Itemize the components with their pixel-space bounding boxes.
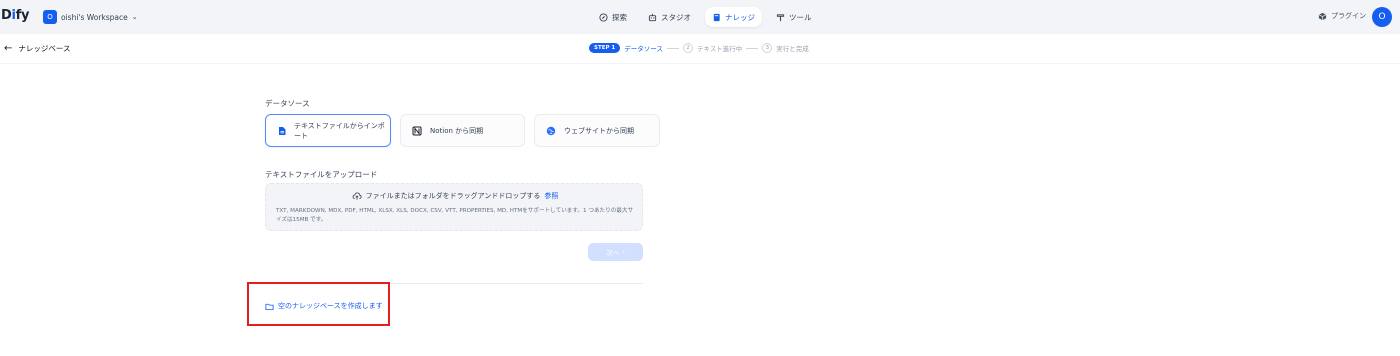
datasource-notion-label: Notion から同期 — [430, 126, 484, 135]
dify-logo[interactable]: Dify — [1, 8, 29, 23]
browse-link[interactable]: 参照 — [544, 191, 558, 201]
supported-formats-text: TXT, MARKDOWN, MDX, PDF, HTML, XLSX, XLS… — [276, 208, 634, 223]
datasource-title: データソース — [265, 99, 310, 108]
step2-label: テキスト進行中 — [696, 45, 743, 53]
step3-label: 実行と完成 — [776, 45, 809, 53]
cloud-upload-icon — [352, 192, 362, 200]
nav-explore[interactable]: 探索 — [592, 7, 634, 27]
arrow-left-icon: ← — [4, 43, 13, 54]
hammer-icon — [776, 13, 785, 21]
logo-rest: fy — [15, 8, 30, 23]
workspace-selector[interactable]: O oishi's Workspace ⌄ — [43, 10, 138, 24]
file-dropzone[interactable]: ファイルまたはフォルダをドラッグアンドドロップする 参照 TXT, MARKDO… — [265, 183, 643, 231]
datasource-text-file-label: テキストファイルからインポート — [294, 121, 385, 140]
globe-icon — [545, 125, 557, 137]
nav-tools[interactable]: ツール — [769, 7, 819, 27]
step-indicator: STEP 1 データソース 2 テキスト進行中 3 実行と完成 — [589, 43, 809, 53]
step2-number: 2 — [682, 43, 693, 53]
nav-explore-label: 探索 — [612, 12, 627, 22]
chevron-down-icon: ⌄ — [131, 13, 138, 21]
drop-text: ファイルまたはフォルダをドラッグアンドドロップする — [365, 192, 541, 200]
compass-icon — [599, 12, 608, 22]
notion-icon — [411, 125, 423, 137]
chevron-right-icon: › — [622, 248, 625, 256]
logo-main: D — [1, 8, 12, 23]
step-connector — [746, 47, 759, 49]
dropzone-prompt: ファイルまたはフォルダをドラッグアンドドロップする 参照 — [266, 191, 644, 201]
book-icon — [713, 13, 720, 21]
highlight-annotation-box — [247, 282, 390, 326]
nav-studio[interactable]: スタジオ — [641, 7, 698, 27]
back-label: ナレッジベース — [18, 44, 71, 53]
file-icon — [276, 125, 287, 137]
datasource-website-label: ウェブサイトから同期 — [564, 126, 634, 135]
nav-tools-label: ツール — [789, 12, 812, 22]
main-nav: 探索 スタジオ ナレッジ ツール — [592, 7, 819, 27]
workspace-name: oishi's Workspace — [61, 12, 128, 22]
datasource-website[interactable]: ウェブサイトから同期 — [534, 114, 660, 147]
top-header: Dify O oishi's Workspace ⌄ 探索 スタジオ ナレッジ … — [0, 0, 1400, 34]
datasource-notion[interactable]: Notion から同期 — [400, 114, 525, 147]
back-button[interactable]: ← ナレッジベース — [4, 43, 71, 54]
sub-header: ← ナレッジベース STEP 1 データソース 2 テキスト進行中 3 実行と完… — [0, 34, 1400, 64]
upload-title: テキストファイルをアップロード — [265, 170, 378, 179]
nav-studio-label: スタジオ — [661, 12, 691, 22]
datasource-text-file[interactable]: テキストファイルからインポート — [265, 114, 391, 147]
next-button-label: 次へ — [606, 249, 620, 257]
nav-knowledge[interactable]: ナレッジ — [705, 7, 762, 27]
robot-icon — [648, 13, 657, 21]
step1-label: データソース — [624, 45, 663, 53]
step1-badge: STEP 1 — [589, 43, 621, 53]
plugin-label: プラグイン — [1331, 12, 1366, 20]
next-button[interactable]: 次へ › — [588, 243, 643, 261]
cube-icon — [1318, 12, 1327, 20]
plugin-button[interactable]: プラグイン — [1318, 11, 1366, 21]
step-connector — [666, 47, 679, 49]
workspace-avatar: O — [43, 10, 57, 24]
nav-knowledge-label: ナレッジ — [725, 12, 755, 22]
user-avatar[interactable]: O — [1372, 7, 1392, 27]
step3-number: 3 — [762, 43, 773, 53]
